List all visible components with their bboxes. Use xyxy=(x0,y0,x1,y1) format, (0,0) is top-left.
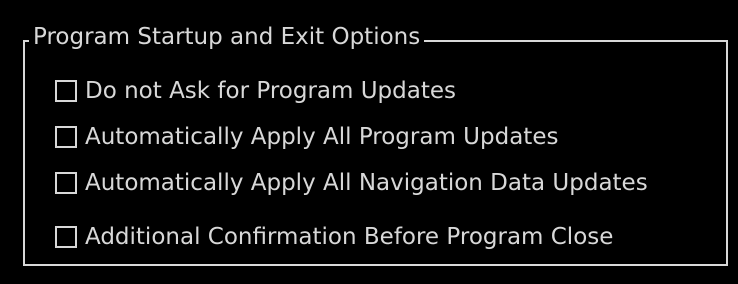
option-label: Automatically Apply All Program Updates xyxy=(85,124,559,150)
option-confirm-before-close[interactable]: Additional Confirmation Before Program C… xyxy=(55,220,613,254)
checkbox-confirm-before-close[interactable] xyxy=(55,226,77,248)
option-label: Do not Ask for Program Updates xyxy=(85,78,456,104)
option-label: Additional Confirmation Before Program C… xyxy=(85,224,614,250)
option-do-not-ask-updates[interactable]: Do not Ask for Program Updates xyxy=(55,74,456,108)
checkbox-auto-apply-program-updates[interactable] xyxy=(55,126,77,148)
option-auto-apply-program-updates[interactable]: Automatically Apply All Program Updates xyxy=(55,120,558,154)
checkbox-do-not-ask-updates[interactable] xyxy=(55,80,77,102)
group-title: Program Startup and Exit Options xyxy=(29,22,425,52)
checkbox-auto-apply-navdata-updates[interactable] xyxy=(55,172,77,194)
option-label: Automatically Apply All Navigation Data … xyxy=(85,170,648,196)
option-auto-apply-navdata-updates[interactable]: Automatically Apply All Navigation Data … xyxy=(55,166,648,200)
